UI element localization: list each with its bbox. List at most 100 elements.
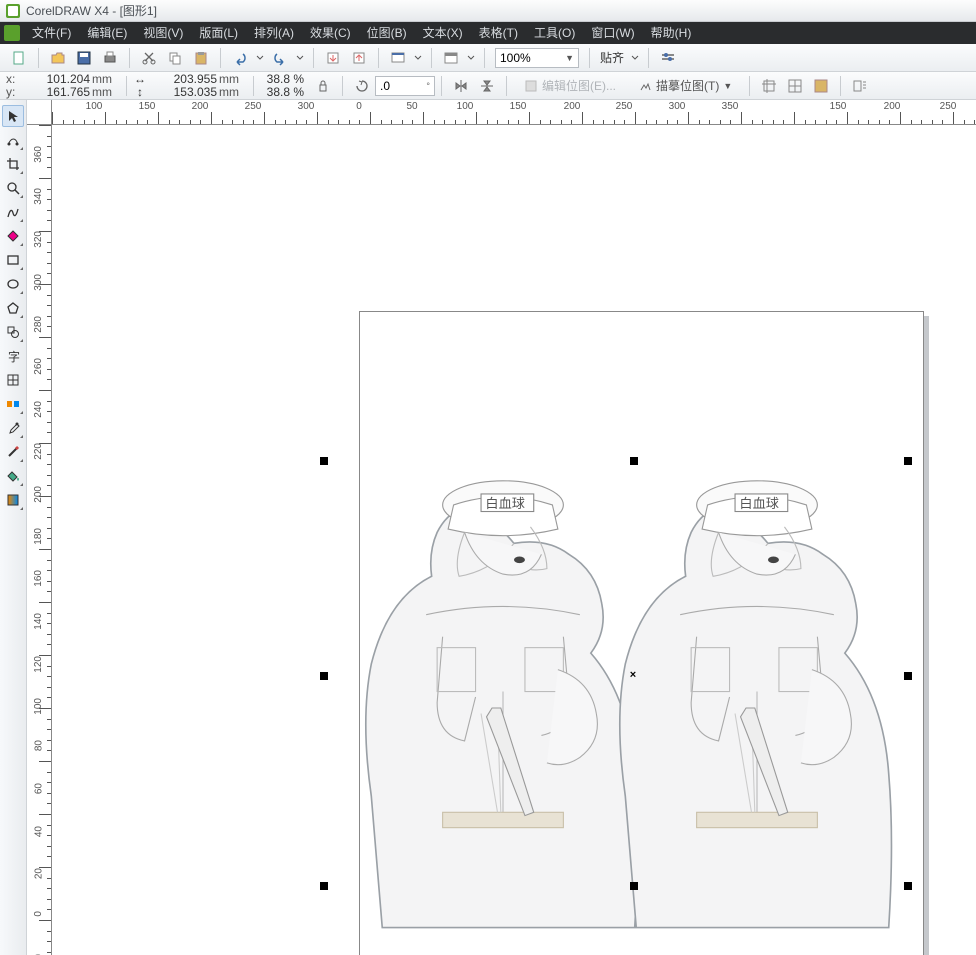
basic-shapes-tool[interactable] [2,321,24,343]
import-button[interactable] [322,47,344,69]
menu-tools[interactable]: 工具(O) [526,22,583,44]
save-button[interactable] [73,47,95,69]
interactive-fill-tool[interactable] [2,489,24,511]
table-tool[interactable] [2,369,24,391]
zoom-tool[interactable] [2,177,24,199]
app-launcher-dropdown[interactable] [413,47,423,69]
options-button[interactable] [657,47,679,69]
welcome-dropdown[interactable] [466,47,476,69]
resample-button[interactable] [784,75,806,97]
selection-center-marker[interactable]: × [628,670,638,680]
cap-text-2: 白血球 [739,496,778,511]
separator [378,48,379,68]
rotation-icon [351,75,373,97]
bitmap-object-2[interactable]: 白血球 [614,472,900,955]
menu-bitmap[interactable]: 位图(B) [359,22,415,44]
menu-edit[interactable]: 编辑(E) [79,22,135,44]
separator [484,48,485,68]
separator [749,76,750,96]
cut-button[interactable] [138,47,160,69]
wrap-paragraph-button[interactable] [849,75,871,97]
menu-arrange[interactable]: 排列(A) [246,22,302,44]
menubar: 文件(F) 编辑(E) 视图(V) 版面(L) 排列(A) 效果(C) 位图(B… [0,22,976,44]
welcome-screen-button[interactable] [440,47,462,69]
selection-handle-tl[interactable] [320,457,328,465]
redo-button[interactable] [269,47,291,69]
snap-dropdown[interactable] [630,47,640,69]
redo-dropdown[interactable] [295,47,305,69]
rectangle-tool[interactable] [2,249,24,271]
fill-tool[interactable] [2,465,24,487]
crop-tool[interactable] [2,153,24,175]
mirror-vertical-button[interactable] [476,75,498,97]
new-button[interactable] [8,47,30,69]
selection-handle-tr[interactable] [904,457,912,465]
separator [840,76,841,96]
trace-bitmap-button[interactable]: 描摹位图(T) ▼ [631,76,739,96]
menu-layout[interactable]: 版面(L) [191,22,246,44]
menu-table[interactable]: 表格(T) [471,22,526,44]
x-value[interactable]: 101.204 [20,73,92,86]
y-value[interactable]: 161.765 [20,86,92,99]
smart-fill-tool[interactable] [2,225,24,247]
lock-ratio-button[interactable] [312,75,334,97]
zoom-input[interactable] [500,51,556,65]
polygon-tool[interactable] [2,297,24,319]
paste-button[interactable] [190,47,212,69]
selection-handle-tm[interactable] [630,457,638,465]
menu-file[interactable]: 文件(F) [24,22,79,44]
cap-text-1: 白血球 [485,496,524,511]
zoom-level-combo[interactable]: ▼ [495,48,579,68]
selection-handle-bm[interactable] [630,882,638,890]
pick-tool[interactable] [2,105,24,127]
selection-handle-bl[interactable] [320,882,328,890]
open-button[interactable] [47,47,69,69]
bitmap-object-1[interactable]: 白血球 [360,472,646,955]
titlebar: CorelDRAW X4 - [图形1] [0,0,976,22]
ruler-horizontal[interactable]: 1001502002503000501001502002503003501502… [52,100,976,125]
print-button[interactable] [99,47,121,69]
mirror-horizontal-button[interactable] [450,75,472,97]
ellipse-tool[interactable] [2,273,24,295]
menu-view[interactable]: 视图(V) [135,22,191,44]
freehand-tool[interactable] [2,201,24,223]
undo-button[interactable] [229,47,251,69]
selection-handle-ml[interactable] [320,672,328,680]
text-tool[interactable]: 字 [2,345,24,367]
menu-window[interactable]: 窗口(W) [583,22,642,44]
svg-text:字: 字 [8,349,20,363]
undo-dropdown[interactable] [255,47,265,69]
export-button[interactable] [348,47,370,69]
menu-help[interactable]: 帮助(H) [643,22,700,44]
canvas-area[interactable]: 白血球 白血球 [52,125,976,955]
menu-effects[interactable]: 效果(C) [302,22,359,44]
separator [38,48,39,68]
rotation-input[interactable]: ° [375,76,435,96]
property-bar: x:101.204mm y:161.765mm ↔203.955mm ↕153.… [0,72,976,100]
interactive-blend-tool[interactable] [2,393,24,415]
scale-group: 38.8 % 38.8 % [260,73,304,99]
toolbox: 字 [0,100,27,955]
width-icon: ↔ [133,73,147,86]
ruler-vertical[interactable]: 3603403203002802602402202001801601401201… [27,125,52,955]
shape-tool[interactable] [2,129,24,151]
app-launcher-button[interactable] [387,47,409,69]
scale-x[interactable]: 38.8 [260,73,290,86]
edit-bitmap-button[interactable]: 编辑位图(E)... [517,76,623,96]
selection-handle-br[interactable] [904,882,912,890]
outline-tool[interactable] [2,441,24,463]
chevron-down-icon[interactable]: ▼ [565,53,574,63]
crop-bitmap-button[interactable] [758,75,780,97]
separator [220,48,221,68]
separator [506,76,507,96]
selection-handle-mr[interactable] [904,672,912,680]
ruler-corner[interactable] [27,100,52,125]
scale-y[interactable]: 38.8 [260,86,290,99]
height-value[interactable]: 153.035 [147,86,219,99]
menu-text[interactable]: 文本(X) [415,22,471,44]
copy-button[interactable] [164,47,186,69]
width-value[interactable]: 203.955 [147,73,219,86]
bitmap-color-mask-button[interactable] [810,75,832,97]
y-label: y: [6,86,20,99]
eyedropper-tool[interactable] [2,417,24,439]
